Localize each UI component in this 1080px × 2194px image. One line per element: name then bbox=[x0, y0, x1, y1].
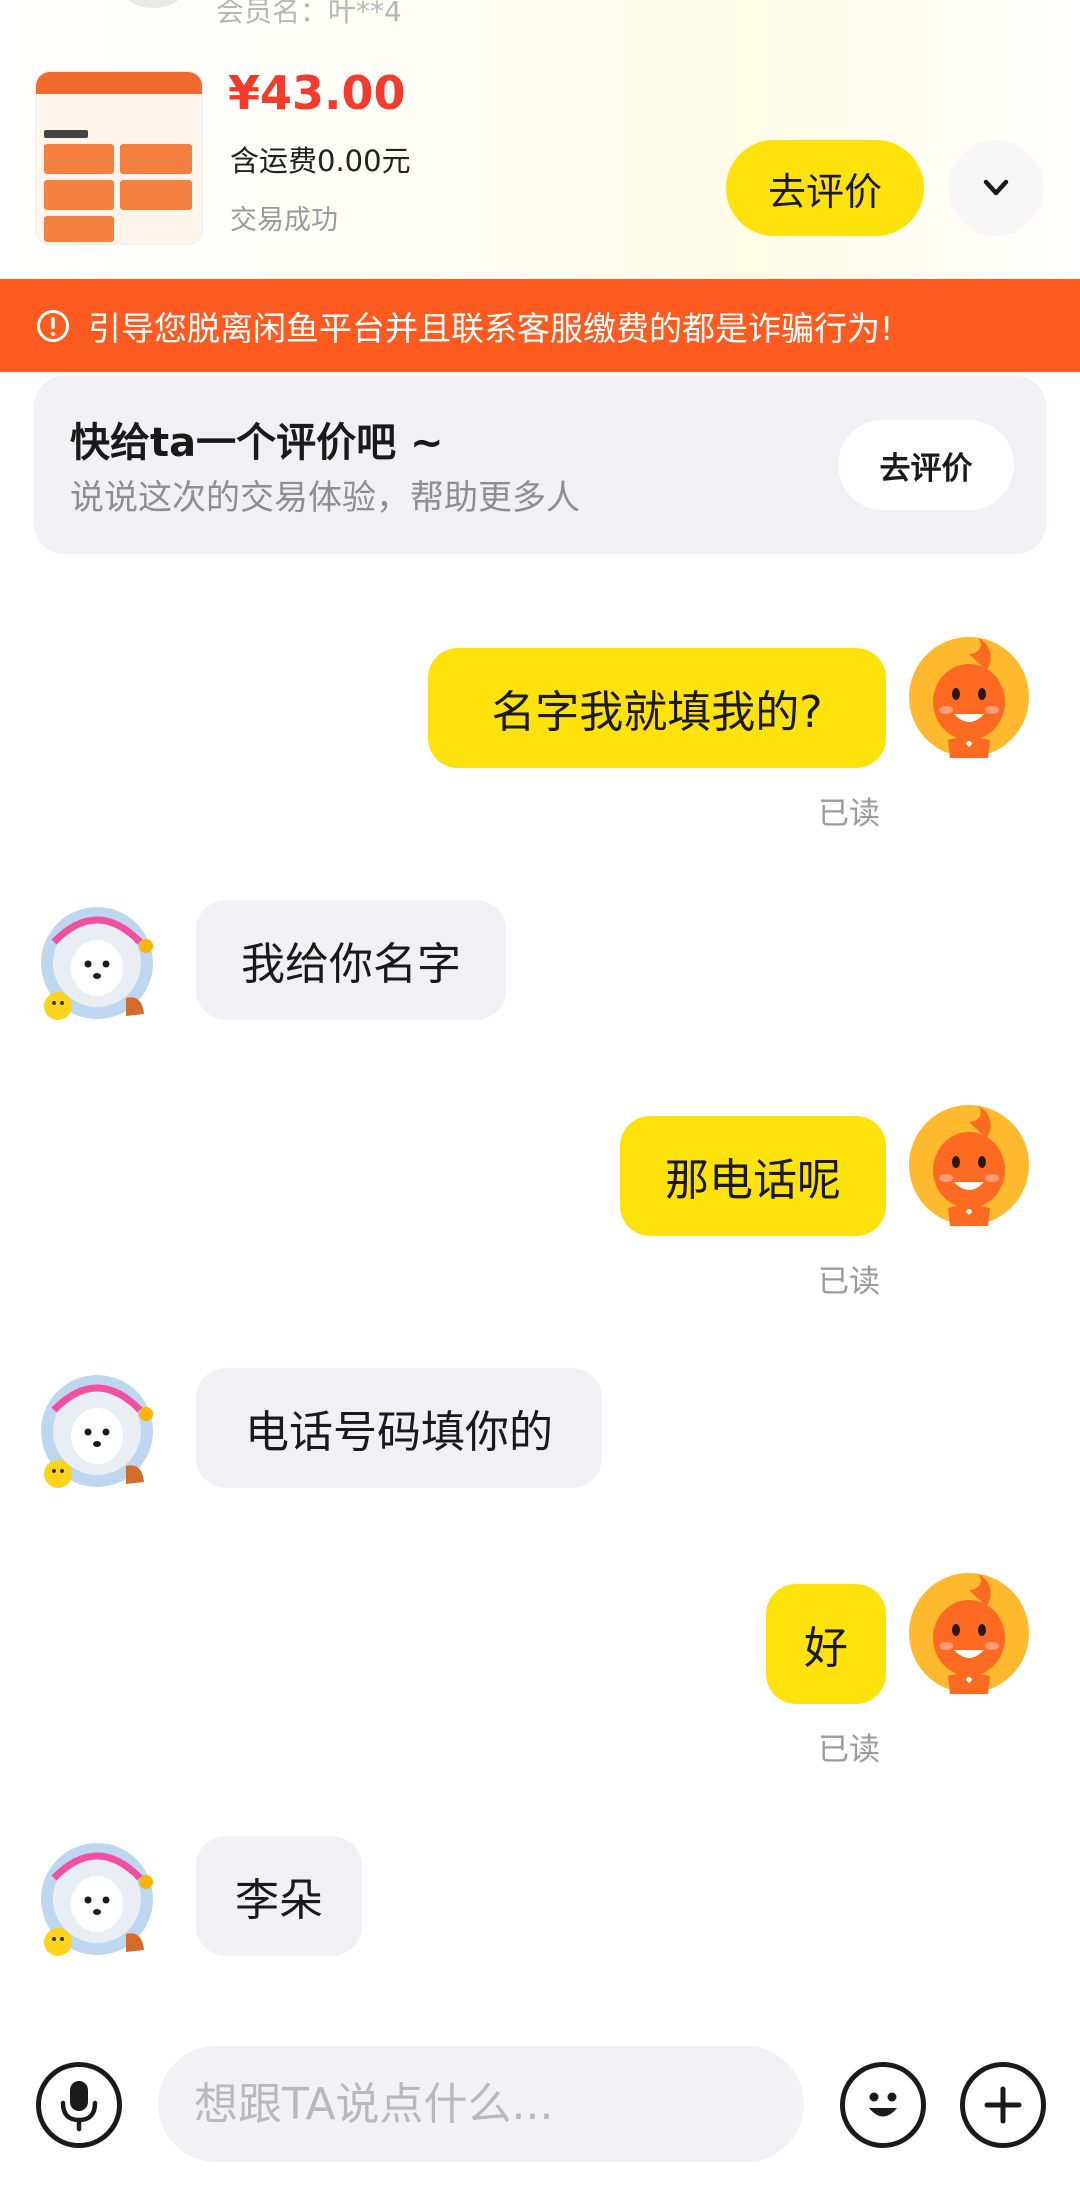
review-button[interactable]: 去评价 bbox=[726, 140, 924, 236]
chevron-down-icon bbox=[983, 179, 1009, 196]
review-prompt-title: 快给ta一个评价吧 ~ bbox=[70, 420, 444, 466]
expand-button[interactable] bbox=[948, 140, 1044, 236]
seller-name: 会员名：叶**4 bbox=[216, 0, 402, 28]
message-bubble-sent[interactable]: 好 bbox=[766, 1584, 886, 1704]
trade-status: 交易成功 bbox=[230, 205, 338, 236]
plus-icon bbox=[984, 2086, 1022, 2124]
read-receipt: 已读 bbox=[818, 1264, 880, 1300]
chat-input-bar bbox=[0, 2010, 1080, 2194]
order-card[interactable]: 会员名：叶**4 ¥43.00 含运费0.00元 交易成功 去评价 bbox=[0, 0, 1080, 278]
contact-avatar[interactable] bbox=[36, 902, 158, 1024]
more-button[interactable] bbox=[960, 2062, 1046, 2148]
shipping-fee: 含运费0.00元 bbox=[230, 144, 411, 178]
my-avatar[interactable] bbox=[908, 636, 1030, 758]
contact-avatar[interactable] bbox=[36, 1370, 158, 1492]
review-prompt-card: 快给ta一个评价吧 ~ 说说这次的交易体验，帮助更多人 去评价 bbox=[34, 376, 1046, 554]
my-avatar[interactable] bbox=[908, 1572, 1030, 1694]
emoji-icon bbox=[869, 2092, 897, 2117]
contact-avatar[interactable] bbox=[36, 1838, 158, 1960]
message-bubble-sent[interactable]: 名字我就填我的? bbox=[428, 648, 886, 768]
message-input[interactable] bbox=[158, 2046, 804, 2162]
alert-circle-icon bbox=[37, 309, 69, 342]
review-prompt-subtitle: 说说这次的交易体验，帮助更多人 bbox=[70, 478, 580, 518]
fraud-warning-text: 引导您脱离闲鱼平台并且联系客服缴费的都是诈骗行为! bbox=[88, 308, 894, 348]
read-receipt: 已读 bbox=[818, 796, 880, 832]
microphone-icon bbox=[60, 2081, 98, 2132]
message-bubble-received[interactable]: 电话号码填你的 bbox=[196, 1368, 602, 1488]
read-receipt: 已读 bbox=[818, 1732, 880, 1768]
seller-avatar bbox=[122, 0, 184, 8]
message-bubble-received[interactable]: 李朵 bbox=[196, 1836, 362, 1956]
chat-screen: 会员名：叶**4 ¥43.00 含运费0.00元 交易成功 去评价 引导您脱离闲… bbox=[0, 0, 1080, 2194]
emoji-button[interactable] bbox=[840, 2062, 926, 2148]
voice-button[interactable] bbox=[36, 2062, 122, 2148]
message-bubble-received[interactable]: 我给你名字 bbox=[196, 900, 506, 1020]
message-bubble-sent[interactable]: 那电话呢 bbox=[620, 1116, 886, 1236]
review-prompt-button[interactable]: 去评价 bbox=[838, 420, 1014, 510]
order-price: ¥43.00 bbox=[228, 66, 406, 120]
fraud-warning-banner: 引导您脱离闲鱼平台并且联系客服缴费的都是诈骗行为! bbox=[0, 279, 1080, 372]
product-thumbnail[interactable] bbox=[36, 72, 202, 244]
my-avatar[interactable] bbox=[908, 1104, 1030, 1226]
